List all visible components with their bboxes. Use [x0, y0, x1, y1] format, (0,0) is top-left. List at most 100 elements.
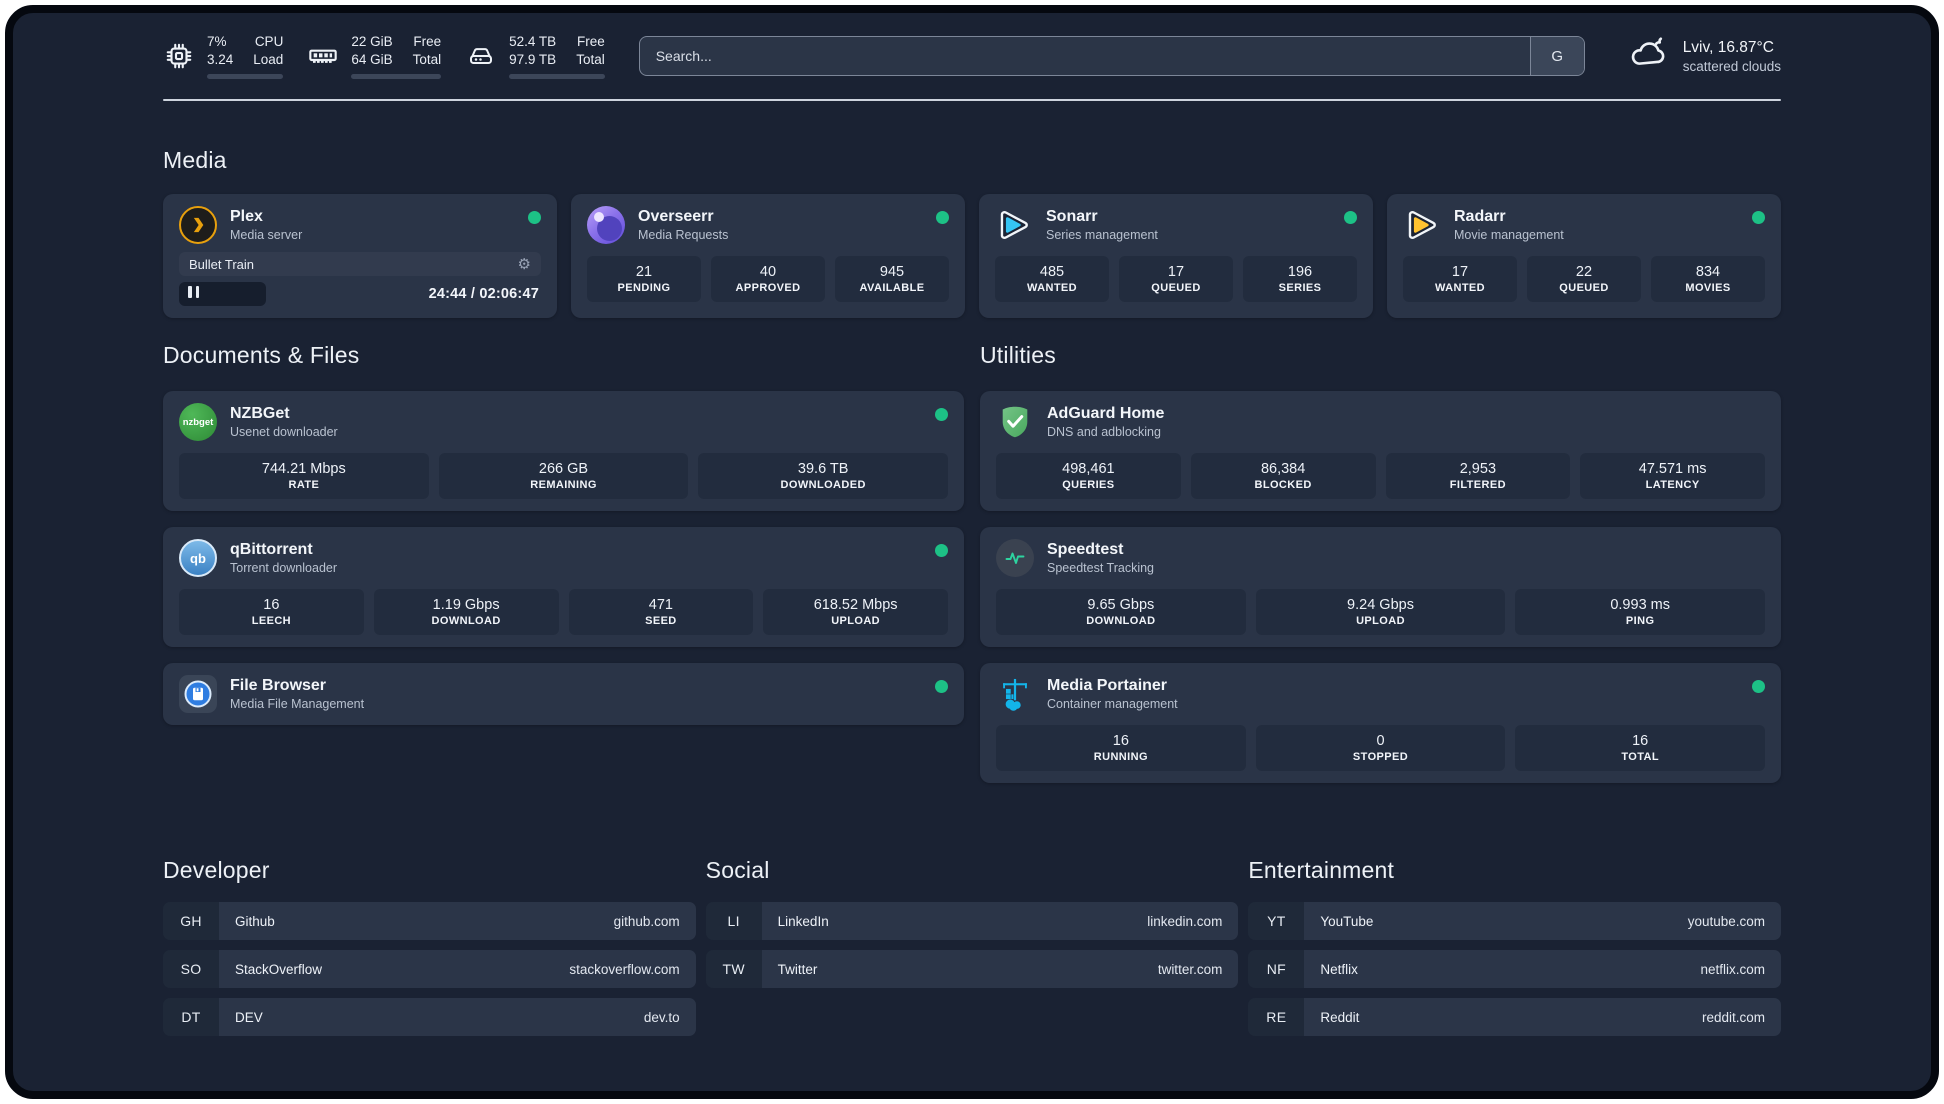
plex-icon [179, 206, 217, 244]
overseerr-icon [587, 206, 625, 244]
bookmark-abbr: GH [163, 902, 219, 940]
bookmark-name: StackOverflow [235, 961, 323, 977]
status-dot [935, 408, 948, 421]
app-description: Series management [1046, 228, 1158, 242]
status-dot [935, 544, 948, 557]
bookmark-url: youtube.com [1687, 913, 1765, 929]
search-engine-button[interactable]: G [1529, 37, 1584, 75]
stat-tile: 618.52 Mbps UPLOAD [763, 589, 948, 635]
memory-free: 22 GiB [351, 34, 393, 50]
memory-progress-bar [351, 73, 442, 79]
qbittorrent-card[interactable]: qb qBittorrent Torrent downloader 16 LEEC… [163, 527, 964, 647]
weather-condition: scattered clouds [1682, 58, 1781, 74]
status-dot [528, 211, 541, 224]
gear-icon[interactable]: ⚙ [518, 257, 531, 272]
app-name: Overseerr [638, 208, 714, 225]
stat-tile: 17 QUEUED [1119, 256, 1233, 302]
stat-tile: 0.993 ms PING [1515, 589, 1766, 635]
stat-tile: 16 TOTAL [1515, 725, 1766, 771]
status-dot [935, 680, 948, 693]
storage-total-label: Total [576, 52, 605, 67]
app-name: Plex [230, 208, 263, 225]
stat-tile: 196 SERIES [1243, 256, 1357, 302]
stat-tile: 47.571 ms LATENCY [1580, 453, 1765, 499]
sonarr-icon [995, 206, 1033, 244]
top-bar: 7% CPU 3.24 Load 22 GiB Free 64 GiB Tota… [163, 29, 1781, 83]
overseerr-card[interactable]: Overseerr Media Requests 21 PENDING 40 APP… [571, 194, 965, 318]
bookmark-name: LinkedIn [777, 913, 829, 929]
bookmark-name: Reddit [1320, 1009, 1360, 1025]
stat-tile: 945 AVAILABLE [835, 256, 949, 302]
filebrowser-card[interactable]: File Browser Media File Management [163, 663, 964, 725]
stat-tile: 0 STOPPED [1255, 725, 1506, 771]
ram-icon [307, 40, 339, 72]
bookmark-abbr: RE [1248, 998, 1305, 1036]
bookmark-url: netflix.com [1700, 961, 1765, 977]
system-stats: 7% CPU 3.24 Load 22 GiB Free 64 GiB Tota… [163, 33, 605, 79]
bookmark-group-social: Social LI LinkedIn linkedin.com TW Twitte… [705, 857, 1239, 1046]
app-description: Media Requests [638, 228, 729, 242]
status-dot [1344, 211, 1357, 224]
app-name: Radarr [1454, 208, 1506, 225]
app-description: Movie management [1454, 228, 1564, 242]
search-bar: G [638, 36, 1585, 76]
bookmark-linkedin[interactable]: LI LinkedIn linkedin.com [705, 902, 1239, 940]
pause-icon[interactable] [188, 285, 200, 303]
bookmark-youtube[interactable]: YT YouTube youtube.com [1248, 902, 1781, 940]
plex-card[interactable]: Plex Media server Bullet Train ⚙ 24:44 /… [163, 194, 557, 318]
weather-location-temp: Lviv, 16.87°C [1682, 38, 1774, 56]
media-grid: Plex Media server Bullet Train ⚙ 24:44 /… [163, 194, 1781, 318]
radarr-icon [1403, 206, 1441, 244]
status-dot [1752, 680, 1765, 693]
now-playing-progress[interactable]: 24:44 / 02:06:47 [179, 282, 541, 306]
stat-tile: 22 QUEUED [1527, 256, 1641, 302]
app-description: Usenet downloader [230, 425, 338, 439]
bookmark-group-entertainment: Entertainment YT YouTube youtube.com NF N… [1248, 857, 1781, 1046]
qbittorrent-icon: qb [179, 539, 217, 577]
filebrowser-icon [179, 675, 217, 713]
app-name: Sonarr [1046, 208, 1098, 225]
sonarr-card[interactable]: Sonarr Series management 485 WANTED 17 QUE… [979, 194, 1373, 318]
speedtest-card[interactable]: Speedtest Speedtest Tracking 9.65 Gbps DO… [980, 527, 1781, 647]
app-description: DNS and adblocking [1047, 425, 1161, 439]
bookmark-reddit[interactable]: RE Reddit reddit.com [1248, 998, 1781, 1036]
app-description: Speedtest Tracking [1047, 561, 1155, 575]
now-playing-title: Bullet Train [189, 256, 255, 272]
bookmark-dev[interactable]: DT DEV dev.to [163, 998, 696, 1036]
stat-tile: 17 WANTED [1403, 256, 1517, 302]
bookmark-name: Netflix [1320, 961, 1358, 977]
status-dot [936, 211, 949, 224]
bookmark-abbr: NF [1248, 950, 1305, 988]
bookmark-netflix[interactable]: NF Netflix netflix.com [1248, 950, 1781, 988]
speedtest-icon [996, 539, 1034, 577]
section-documents: Documents & Files nzbget NZBGet Usenet d… [163, 342, 964, 741]
app-name: Speedtest [1047, 541, 1124, 558]
bookmark-name: DEV [235, 1009, 263, 1025]
section-title-social: Social [705, 857, 770, 883]
nzbget-icon: nzbget [179, 403, 217, 441]
section-title-media: Media [163, 147, 227, 173]
bookmark-stackoverflow[interactable]: SO StackOverflow stackoverflow.com [163, 950, 696, 988]
bookmark-url: dev.to [643, 1009, 680, 1025]
bookmark-url: reddit.com [1701, 1009, 1765, 1025]
weather-widget: Lviv, 16.87°C scattered clouds [1627, 33, 1781, 80]
stat-tile: 9.24 Gbps UPLOAD [1255, 589, 1506, 635]
bookmark-github[interactable]: GH Github github.com [163, 902, 696, 940]
storage-progress-bar [509, 73, 605, 79]
status-dot [1752, 211, 1765, 224]
nzbget-card[interactable]: nzbget NZBGet Usenet downloader 744.21 M… [163, 391, 964, 511]
app-name: AdGuard Home [1047, 405, 1165, 422]
stat-tile: 266 GB REMAINING [438, 453, 689, 499]
portainer-card[interactable]: Media Portainer Container management 16 R… [980, 663, 1781, 783]
bookmarks-grid: Developer GH Github github.com SO StackOv… [163, 857, 1781, 1046]
app-name: File Browser [230, 677, 327, 694]
bookmark-group-developer: Developer GH Github github.com SO StackOv… [163, 857, 696, 1046]
search-input[interactable] [638, 36, 1585, 76]
bookmark-url: linkedin.com [1147, 913, 1223, 929]
adguard-card[interactable]: AdGuard Home DNS and adblocking 498,461 Q… [980, 391, 1781, 511]
radarr-card[interactable]: Radarr Movie management 17 WANTED 22 QUEUE… [1387, 194, 1781, 318]
bookmark-twitter[interactable]: TW Twitter twitter.com [705, 950, 1239, 988]
bookmark-abbr: SO [163, 950, 219, 988]
cloud-icon [1627, 33, 1669, 80]
stat-tile: 86,384 BLOCKED [1190, 453, 1376, 499]
